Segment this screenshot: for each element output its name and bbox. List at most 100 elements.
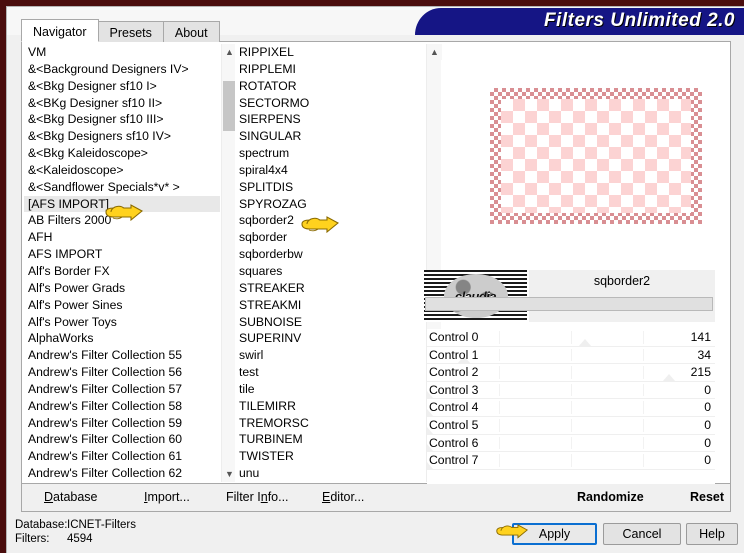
slider-row[interactable]: Control 6 0 bbox=[427, 435, 715, 453]
category-item[interactable]: Alf's Power Sines bbox=[24, 297, 220, 314]
slider-tick bbox=[571, 366, 572, 379]
filter-item[interactable]: TURBINEM bbox=[235, 431, 425, 448]
category-item[interactable]: [AFS IMPORT] bbox=[24, 195, 220, 213]
slider-handle[interactable] bbox=[655, 373, 682, 381]
slider-row[interactable]: Control 3 0 bbox=[427, 382, 715, 400]
filter-item[interactable]: tile bbox=[235, 381, 425, 398]
category-item[interactable]: &<Bkg Kaleidoscope> bbox=[24, 145, 220, 162]
filter-item[interactable]: SUPERINV bbox=[235, 330, 425, 347]
filter-item[interactable]: squares bbox=[235, 263, 425, 280]
filter-item[interactable]: spiral4x4 bbox=[235, 162, 425, 179]
filter-item[interactable]: test bbox=[235, 364, 425, 381]
preview-area[interactable] bbox=[442, 44, 730, 266]
slider-value: 0 bbox=[704, 417, 711, 432]
menu-database[interactable]: Database bbox=[44, 490, 98, 504]
slider-handle[interactable] bbox=[572, 338, 599, 346]
slider-tick bbox=[643, 383, 644, 397]
slider-value: 0 bbox=[704, 400, 711, 415]
filter-item[interactable]: RIPPLEMI bbox=[235, 61, 425, 78]
slider-tick bbox=[571, 401, 572, 414]
status-database-row: Database:ICNET-Filters bbox=[15, 519, 136, 533]
menu-import[interactable]: Import... bbox=[144, 490, 190, 504]
category-item[interactable]: Andrew's Filter Collection 59 bbox=[24, 415, 220, 432]
help-button[interactable]: Help bbox=[686, 523, 738, 545]
slider-label: Control 2 bbox=[429, 365, 479, 380]
filter-item[interactable]: sqborder bbox=[235, 229, 425, 246]
current-filter-name: sqborder2 bbox=[593, 274, 651, 288]
category-scrollbar[interactable]: ▲ ▼ bbox=[221, 44, 237, 482]
apply-button[interactable]: Apply bbox=[512, 523, 597, 545]
status-bar: Database:ICNET-Filters Filters: 4594 bbox=[15, 519, 136, 546]
category-item[interactable]: &<Bkg Designer sf10 I> bbox=[24, 78, 220, 95]
filter-item[interactable]: SINGULAR bbox=[235, 128, 425, 145]
filter-item[interactable]: RIPPIXEL bbox=[235, 44, 425, 61]
filter-item[interactable]: ROTATOR bbox=[235, 78, 425, 95]
slider-row[interactable]: Control 0 141 bbox=[427, 329, 715, 347]
app-title: Filters Unlimited 2.0 bbox=[543, 10, 735, 31]
control-sliders: Control 0 141 Control 1 34 Control 2 215 Contr… bbox=[427, 329, 715, 484]
slider-tick bbox=[499, 418, 500, 432]
slider-row[interactable]: Control 5 0 bbox=[427, 417, 715, 435]
category-item[interactable]: Alf's Power Toys bbox=[24, 314, 220, 331]
filter-item[interactable]: SPYROZAG bbox=[235, 196, 425, 213]
filter-item[interactable]: SPLITDIS bbox=[235, 179, 425, 196]
filter-item[interactable]: SUBNOISE bbox=[235, 314, 425, 331]
slider-row[interactable]: Control 7 0 bbox=[427, 452, 715, 470]
filter-item[interactable]: SIERPENS bbox=[235, 111, 425, 128]
slider-tick bbox=[643, 331, 644, 344]
category-item[interactable]: AFS IMPORT bbox=[24, 246, 220, 263]
category-item[interactable]: AlphaWorks bbox=[24, 330, 220, 347]
menu-randomize[interactable]: Randomize bbox=[577, 490, 644, 504]
category-item[interactable]: Andrew's Filter Collection 62 bbox=[24, 465, 220, 482]
filter-item[interactable]: TREMORSC bbox=[235, 415, 425, 432]
filter-item[interactable]: spectrum bbox=[235, 145, 425, 162]
tab-navigator[interactable]: Navigator bbox=[21, 19, 99, 42]
category-list[interactable]: VM &<Background Designers IV> &<Bkg Design… bbox=[24, 44, 220, 482]
filter-item[interactable]: sqborderbw bbox=[235, 246, 425, 263]
category-item[interactable]: Andrew's Filter Collection 55 bbox=[24, 347, 220, 364]
category-item[interactable]: Andrew's Filter Collection 58 bbox=[24, 398, 220, 415]
filter-item[interactable]: TILEMIRR bbox=[235, 398, 425, 415]
menu-editor[interactable]: Editor... bbox=[322, 490, 364, 504]
slider-tick bbox=[499, 331, 500, 344]
slider-tick bbox=[643, 366, 644, 379]
category-item[interactable]: &<Bkg Designer sf10 III> bbox=[24, 111, 220, 128]
category-item[interactable]: Andrew's Filter Collection 60 bbox=[24, 431, 220, 448]
filter-item[interactable]: TWISTER bbox=[235, 448, 425, 465]
filter-item[interactable]: SECTORMO bbox=[235, 95, 425, 112]
category-item[interactable]: &<Background Designers IV> bbox=[24, 61, 220, 78]
tab-about[interactable]: About bbox=[162, 21, 220, 42]
slider-row[interactable]: Control 1 34 bbox=[427, 347, 715, 365]
menu-reset[interactable]: Reset bbox=[690, 490, 724, 504]
filter-item[interactable]: STREAKMI bbox=[235, 297, 425, 314]
globe-icon: claudia bbox=[443, 274, 508, 318]
scroll-up-icon[interactable]: ▲ bbox=[427, 44, 442, 60]
category-item[interactable]: VM bbox=[24, 44, 220, 61]
menu-filter-info[interactable]: Filter Info... bbox=[226, 490, 289, 504]
slider-row[interactable]: Control 2 215 bbox=[427, 364, 715, 382]
filter-list[interactable]: RIPPIXEL RIPPLEMI ROTATOR SECTORMO SIERPENS S… bbox=[235, 44, 425, 482]
category-item[interactable]: Alf's Border FX bbox=[24, 263, 220, 280]
filter-item[interactable]: swirl bbox=[235, 347, 425, 364]
category-item[interactable]: &<BKg Designer sf10 II> bbox=[24, 95, 220, 112]
filter-item[interactable]: unu bbox=[235, 465, 425, 482]
category-item[interactable]: Andrew's Filter Collection 61 bbox=[24, 448, 220, 465]
preset-slot[interactable] bbox=[425, 297, 713, 311]
slider-tick bbox=[643, 348, 644, 362]
slider-value: 0 bbox=[704, 382, 711, 397]
category-item[interactable]: AFH bbox=[24, 229, 220, 246]
status-database-value: ICNET-Filters bbox=[67, 519, 136, 531]
category-item[interactable]: AB Filters 2000 bbox=[24, 212, 220, 229]
filter-item[interactable]: STREAKER bbox=[235, 280, 425, 297]
category-item[interactable]: Alf's Power Grads bbox=[24, 280, 220, 297]
filter-item[interactable]: sqborder2 bbox=[235, 212, 425, 229]
slider-row[interactable]: Control 4 0 bbox=[427, 399, 715, 417]
category-item[interactable]: Andrew's Filter Collection 57 bbox=[24, 381, 220, 398]
status-filters-value: 4594 bbox=[67, 532, 93, 545]
category-item[interactable]: Andrew's Filter Collection 56 bbox=[24, 364, 220, 381]
category-item[interactable]: &<Kaleidoscope> bbox=[24, 162, 220, 179]
category-item[interactable]: &<Sandflower Specials*v* > bbox=[24, 179, 220, 196]
category-item[interactable]: &<Bkg Designers sf10 IV> bbox=[24, 128, 220, 145]
cancel-button[interactable]: Cancel bbox=[603, 523, 681, 545]
tab-presets[interactable]: Presets bbox=[97, 21, 164, 42]
